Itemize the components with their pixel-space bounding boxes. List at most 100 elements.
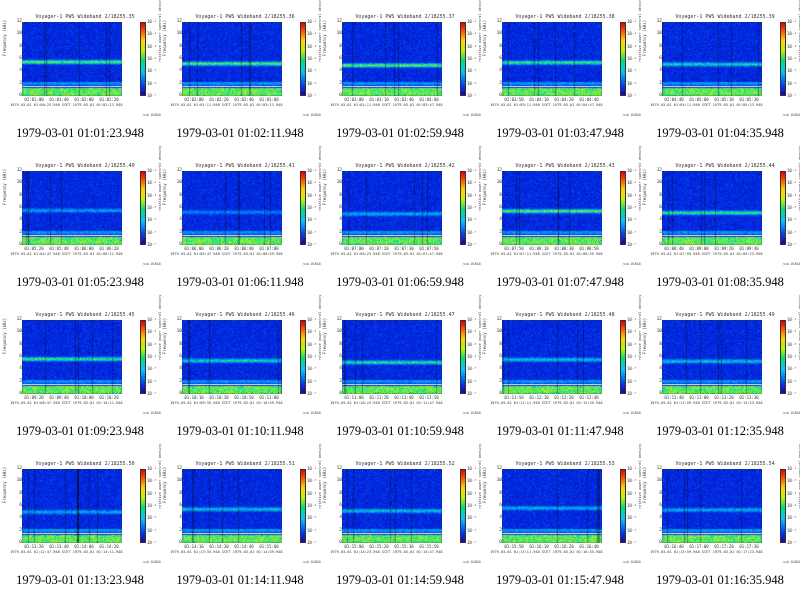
frame-cell: Voyager-1 PWS Wideband 2/18255.45 Freque…	[0, 295, 162, 447]
signature: ssb-DSN&R	[783, 411, 800, 415]
colorbar-tick-label: 10⁻⁴	[467, 503, 477, 508]
signature: ssb-DSN&R	[623, 113, 641, 117]
colorbar	[780, 469, 786, 543]
x-tick-label: 01:16:40	[664, 544, 684, 549]
x-tick-label: 01:14:20	[99, 544, 119, 549]
colorbar-ticks: 10⁻¹ 10⁻² 10⁻³ 10⁻⁴ 10⁻⁵ 10⁻⁶ 10⁻⁷	[147, 19, 157, 98]
frame-title: Voyager-1 PWS Wideband 2/18255.41	[195, 163, 295, 169]
x-tick-label: 01:13:20	[24, 544, 44, 549]
colorbar	[300, 469, 306, 543]
colorbar-tick-label: 10⁻⁷	[787, 540, 797, 545]
y-axis: 12 10 8 6 4 2 0	[334, 317, 342, 396]
x-tick-label: 01:05:10	[714, 97, 734, 102]
colorbar-tick-label: 10⁻³	[147, 490, 157, 496]
colorbar-ticks: 10⁻¹ 10⁻² 10⁻³ 10⁻⁴ 10⁻⁵ 10⁻⁶ 10⁻⁷	[627, 168, 637, 247]
frame-title: Voyager-1 PWS Wideband 2/18255.37	[355, 14, 455, 20]
colorbar-tick-label: 10⁻³	[627, 192, 637, 198]
colorbar-tick-label: 10⁻⁶	[787, 527, 797, 533]
colorbar-ticks: 10⁻¹ 10⁻² 10⁻³ 10⁻⁴ 10⁻⁵ 10⁻⁶ 10⁻⁷	[467, 168, 477, 247]
y-axis-label: Frequency (kHz)	[322, 466, 327, 503]
spectrogram-image	[342, 320, 442, 394]
colorbar-ticks: 10⁻¹ 10⁻² 10⁻³ 10⁻⁴ 10⁻⁵ 10⁻⁶ 10⁻⁷	[787, 168, 797, 247]
colorbar	[780, 320, 786, 394]
frame-cell: Voyager-1 PWS Wideband 2/18255.50 Freque…	[0, 444, 162, 596]
colorbar-ticks: 10⁻¹ 10⁻² 10⁻³ 10⁻⁴ 10⁻⁵ 10⁻⁶ 10⁻⁷	[627, 317, 637, 396]
colorbar-tick-label: 10⁻¹	[467, 317, 477, 322]
time-range-footer: 1979-03-01 01:05:47.948 SCET 1979-03-01 …	[170, 252, 283, 256]
y-axis-label: Frequency (kHz)	[482, 466, 487, 503]
x-tick-label: 01:17:00	[689, 544, 709, 549]
signature: ssb-DSN&R	[463, 411, 481, 415]
colorbar	[460, 22, 466, 96]
x-tick-label: 01:07:20	[369, 246, 389, 251]
time-range-footer: 1979-03-01 01:06:23.948 SCET 1979-03-01 …	[330, 252, 443, 256]
colorbar	[300, 320, 306, 394]
x-tick-label: 01:03:00	[344, 97, 364, 102]
x-tick-label: 01:05:00	[689, 97, 709, 102]
colorbar-tick-label: 10⁻⁷	[147, 391, 157, 396]
colorbar-tick-label: 10⁻⁷	[467, 242, 477, 247]
colorbar-tick-label: 10⁻⁶	[787, 229, 797, 235]
x-tick-label: 01:02:20	[99, 97, 119, 102]
frame-caption: 1979-03-01 01:01:23.948	[16, 126, 144, 140]
x-tick-label: 01:15:20	[369, 544, 389, 549]
colorbar-tick-label: 10⁻⁷	[787, 391, 797, 396]
colorbar-tick-label: 10⁻²	[147, 31, 157, 37]
frame-caption: 1979-03-01 01:03:47.948	[496, 126, 624, 140]
frame-title: Voyager-1 PWS Wideband 2/18255.39	[675, 14, 775, 20]
time-range-footer: 1979-03-01 01:15:11.948 SCET 1979-03-01 …	[490, 550, 603, 554]
colorbar-tick-label: 10⁻¹	[787, 317, 797, 322]
spectrogram-image	[22, 469, 122, 543]
spectrogram-image	[182, 320, 282, 394]
x-tick-label: 01:13:40	[49, 544, 69, 549]
frame-cell: Voyager-1 PWS Wideband 2/18255.53 Freque…	[480, 444, 642, 596]
colorbar-tick-label: 10⁻⁶	[467, 527, 477, 533]
time-range-footer: 1979-03-01 01:11:59.948 SCET 1979-03-01 …	[650, 401, 763, 405]
frame-caption: 1979-03-01 01:08:35.948	[656, 275, 784, 289]
colorbar-tick-label: 10⁻³	[787, 490, 797, 496]
x-tick-label: 01:11:20	[369, 395, 389, 400]
colorbar	[140, 171, 146, 245]
colorbar-tick-label: 10⁻⁷	[627, 93, 637, 98]
time-range-footer: 1979-03-01 01:04:47.948 SCET 1979-03-01 …	[10, 252, 123, 256]
colorbar-tick-label: 10⁻⁵	[147, 366, 157, 372]
colorbar-ticks: 10⁻¹ 10⁻² 10⁻³ 10⁻⁴ 10⁻⁵ 10⁻⁶ 10⁻⁷	[467, 317, 477, 396]
colorbar-tick-label: 10⁻²	[147, 329, 157, 335]
frame-title: Voyager-1 PWS Wideband 2/18255.45	[35, 312, 135, 318]
colorbar-tick-label: 10⁻¹	[147, 317, 157, 322]
y-axis: 12 10 8 6 4 2 0	[654, 317, 662, 396]
x-tick-label: 01:02:20	[209, 97, 229, 102]
colorbar-tick-label: 10⁻¹	[627, 466, 637, 471]
frame-title: Voyager-1 PWS Wideband 2/18255.42	[355, 163, 455, 169]
y-axis-label: Frequency (kHz)	[642, 466, 647, 503]
x-tick-label: 01:03:40	[394, 97, 414, 102]
colorbar-tick-label: 10⁻²	[627, 180, 637, 186]
spectrogram-grid: Voyager-1 PWS Wideband 2/18255.35 Freque…	[0, 0, 800, 596]
time-range-footer: 1979-03-01 01:07:11.948 SCET 1979-03-01 …	[490, 252, 603, 256]
x-tick-label: 01:04:20	[554, 97, 574, 102]
colorbar	[780, 171, 786, 245]
colorbar-tick-label: 10⁻⁷	[627, 242, 637, 247]
colorbar-tick-label: 10⁻¹	[307, 317, 317, 322]
colorbar-tick-label: 10⁻¹	[627, 168, 637, 173]
y-axis: 12 10 8 6 4 2 0	[334, 168, 342, 247]
time-range-footer: 1979-03-01 01:15:59.948 SCET 1979-03-01 …	[650, 550, 763, 554]
colorbar-tick-label: 10⁻²	[467, 329, 477, 335]
colorbar-ticks: 10⁻¹ 10⁻² 10⁻³ 10⁻⁴ 10⁻⁵ 10⁻⁶ 10⁻⁷	[787, 317, 797, 396]
colorbar-tick-label: 10⁻⁶	[147, 378, 157, 384]
time-range-footer: 1979-03-01 01:14:23.948 SCET 1979-03-01 …	[330, 550, 443, 554]
x-tick-label: 01:10:30	[209, 395, 229, 400]
colorbar-tick-label: 10⁻³	[787, 43, 797, 49]
x-tick-label: 01:09:40	[739, 246, 759, 251]
x-tick-label: 01:15:50	[504, 544, 524, 549]
signature: ssb-DSN&R	[623, 262, 641, 266]
x-tick-label: 01:12:20	[554, 395, 574, 400]
colorbar-ticks: 10⁻¹ 10⁻² 10⁻³ 10⁻⁴ 10⁻⁵ 10⁻⁶ 10⁻⁷	[627, 19, 637, 98]
spectrogram-image	[342, 469, 442, 543]
signature: ssb-DSN&R	[303, 262, 321, 266]
frame-title: Voyager-1 PWS Wideband 2/18255.43	[515, 163, 615, 169]
colorbar-tick-label: 10⁻¹	[147, 19, 157, 24]
x-tick-label: 01:04:40	[579, 97, 599, 102]
time-range-footer: 1979-03-01 01:03:11.948 SCET 1979-03-01 …	[490, 103, 603, 107]
signature: ssb-DSN&R	[303, 113, 321, 117]
